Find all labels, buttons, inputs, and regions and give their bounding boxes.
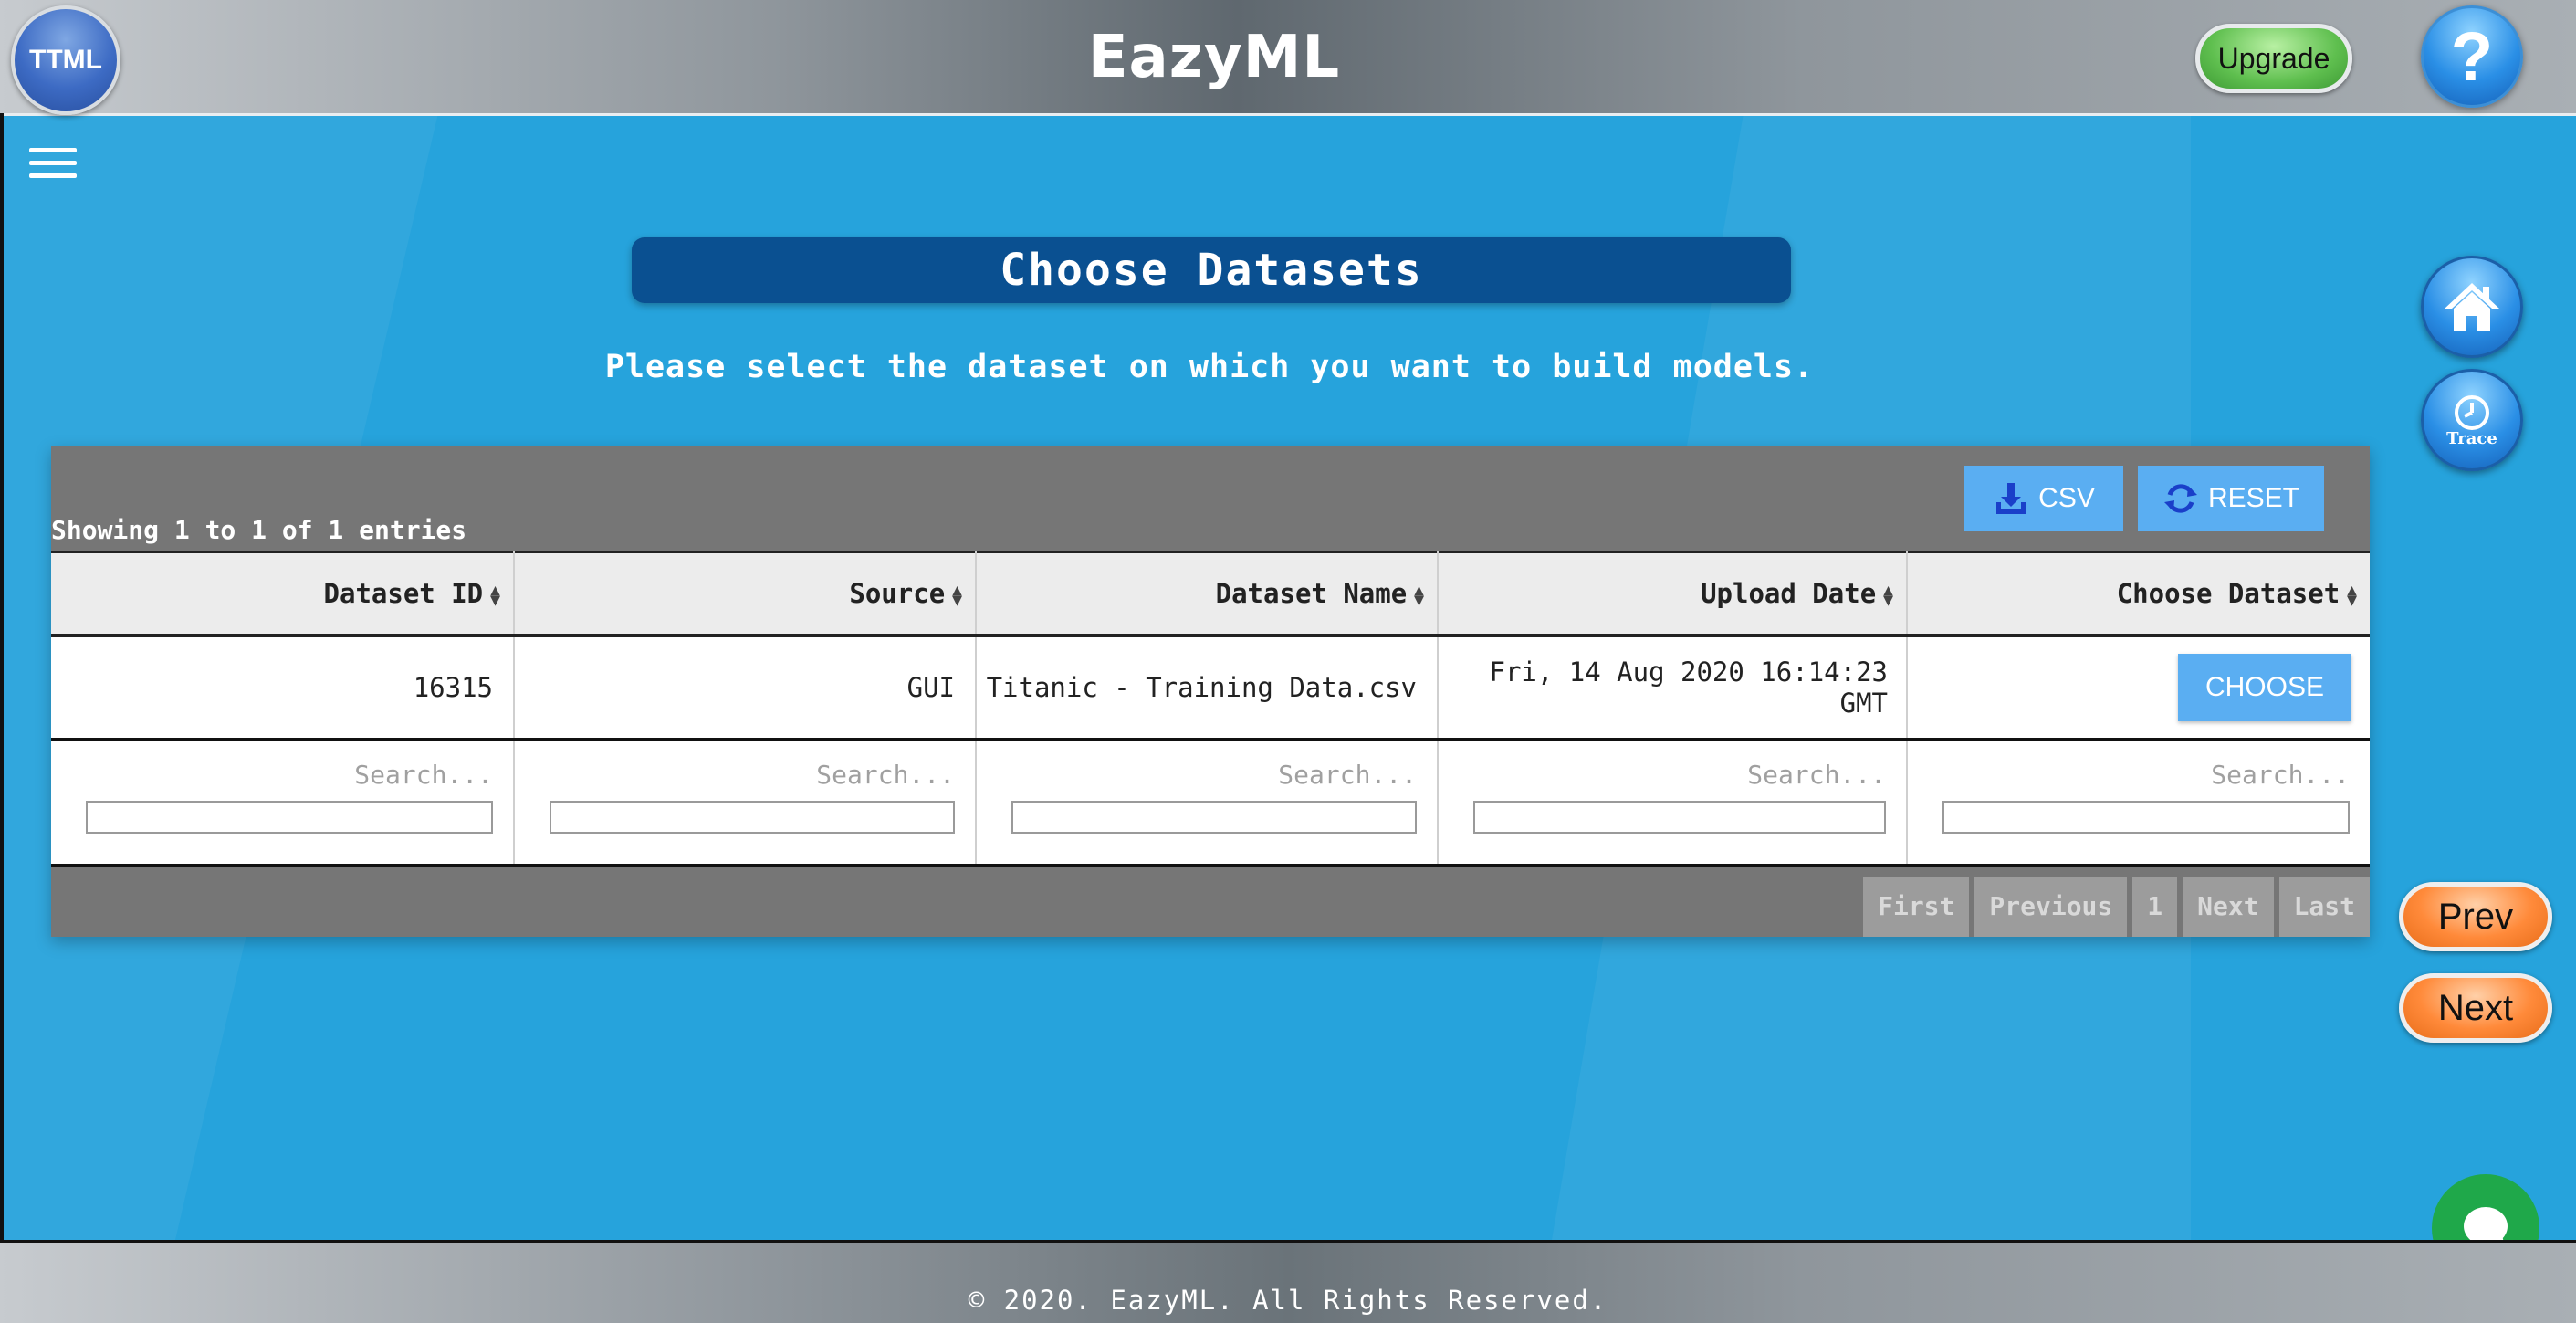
filter-cell-dataset-name: Search... — [976, 740, 1439, 867]
filter-input-choose-dataset[interactable] — [1942, 801, 2350, 834]
filter-input-source[interactable] — [550, 801, 955, 834]
cell-choose: CHOOSE — [1907, 635, 2370, 741]
filter-label: Search... — [1278, 760, 1417, 790]
filter-input-dataset-id[interactable] — [86, 801, 493, 834]
reset-button[interactable]: RESET — [2138, 466, 2324, 531]
filter-label: Search... — [2211, 760, 2350, 790]
pager-next-button[interactable]: Next — [2183, 877, 2274, 937]
cell-upload-date: Fri, 14 Aug 2020 16:14:23 GMT — [1438, 635, 1908, 741]
column-header-dataset-id[interactable]: Dataset ID ▲ ▼ — [51, 551, 515, 637]
filter-cell-upload-date: Search... — [1438, 740, 1908, 867]
reset-button-label: RESET — [2207, 483, 2300, 513]
download-icon — [1996, 483, 2026, 514]
pager-last-button[interactable]: Last — [2278, 877, 2370, 937]
table-header-row: Dataset ID ▲ ▼ Source ▲ ▼ Dataset Name ▲ ▼ Upl… — [51, 551, 2370, 637]
filter-row: Search... Search... Search... Search... … — [51, 740, 2370, 867]
help-button[interactable]: ? — [2421, 5, 2523, 108]
trace-label: Trace — [2446, 428, 2497, 448]
sort-icon[interactable]: ▲ ▼ — [1883, 583, 1893, 609]
datasets-table: Dataset ID ▲ ▼ Source ▲ ▼ Dataset Name ▲ ▼ Upl… — [51, 551, 2370, 867]
filter-cell-choose-dataset: Search... — [1907, 740, 2370, 867]
pagination: First Previous 1 Next Last — [1863, 877, 2370, 937]
filter-input-dataset-name[interactable] — [1011, 801, 1417, 834]
sort-icon[interactable]: ▲ ▼ — [2347, 583, 2357, 609]
filter-cell-source: Search... — [514, 740, 977, 867]
sort-icon[interactable]: ▲ ▼ — [1414, 583, 1424, 609]
page-title: Choose Datasets — [632, 237, 1791, 303]
csv-button-label: CSV — [2038, 483, 2095, 513]
copyright-text: © 2020. EazyML. All Rights Reserved. — [968, 1285, 1608, 1316]
filter-label: Search... — [816, 760, 955, 790]
pager-page-1[interactable]: 1 — [2132, 877, 2178, 937]
upgrade-button[interactable]: Upgrade — [2195, 24, 2352, 93]
filter-cell-dataset-id: Search... — [51, 740, 515, 867]
pager-first-button[interactable]: First — [1863, 877, 1970, 937]
prev-button[interactable]: Prev — [2399, 882, 2552, 951]
sort-icon[interactable]: ▲ ▼ — [490, 583, 500, 609]
column-header-choose-dataset[interactable]: Choose Dataset ▲ ▼ — [1907, 551, 2370, 637]
refresh-icon — [2163, 484, 2197, 513]
table-row: 16315 GUI Titanic - Training Data.csv Fr… — [51, 635, 2370, 741]
next-button[interactable]: Next — [2399, 973, 2552, 1043]
page-subtitle: Please select the dataset on which you w… — [604, 349, 1815, 385]
filter-label: Search... — [354, 760, 493, 790]
hamburger-menu-icon[interactable] — [29, 148, 77, 179]
filter-label: Search... — [1747, 760, 1886, 790]
app-footer: © 2020. EazyML. All Rights Reserved. — [0, 1240, 2576, 1323]
choose-dataset-button[interactable]: CHOOSE — [2177, 654, 2351, 721]
app-title: EazyML — [1087, 24, 1341, 91]
clock-icon — [2455, 394, 2489, 430]
column-header-dataset-name[interactable]: Dataset Name ▲ ▼ — [976, 551, 1439, 637]
filter-input-upload-date[interactable] — [1473, 801, 1886, 834]
column-header-upload-date[interactable]: Upload Date ▲ ▼ — [1438, 551, 1908, 637]
entries-info: Showing 1 to 1 of 1 entries — [51, 515, 467, 545]
home-icon — [2445, 283, 2499, 331]
sort-icon[interactable]: ▲ ▼ — [952, 583, 962, 609]
app-header: TTML EazyML Upgrade ? — [0, 0, 2576, 116]
cell-dataset-name: Titanic - Training Data.csv — [976, 635, 1439, 741]
window-edge — [0, 113, 4, 1240]
cell-dataset-id: 16315 — [51, 635, 515, 741]
datasets-panel: Showing 1 to 1 of 1 entries CSV RESET Da… — [51, 446, 2370, 937]
cell-source: GUI — [514, 635, 977, 741]
home-button[interactable] — [2421, 256, 2523, 358]
trace-button[interactable]: Trace — [2421, 369, 2523, 471]
column-header-source[interactable]: Source ▲ ▼ — [514, 551, 977, 637]
csv-button[interactable]: CSV — [1964, 466, 2123, 531]
pager-previous-button[interactable]: Previous — [1974, 877, 2128, 937]
